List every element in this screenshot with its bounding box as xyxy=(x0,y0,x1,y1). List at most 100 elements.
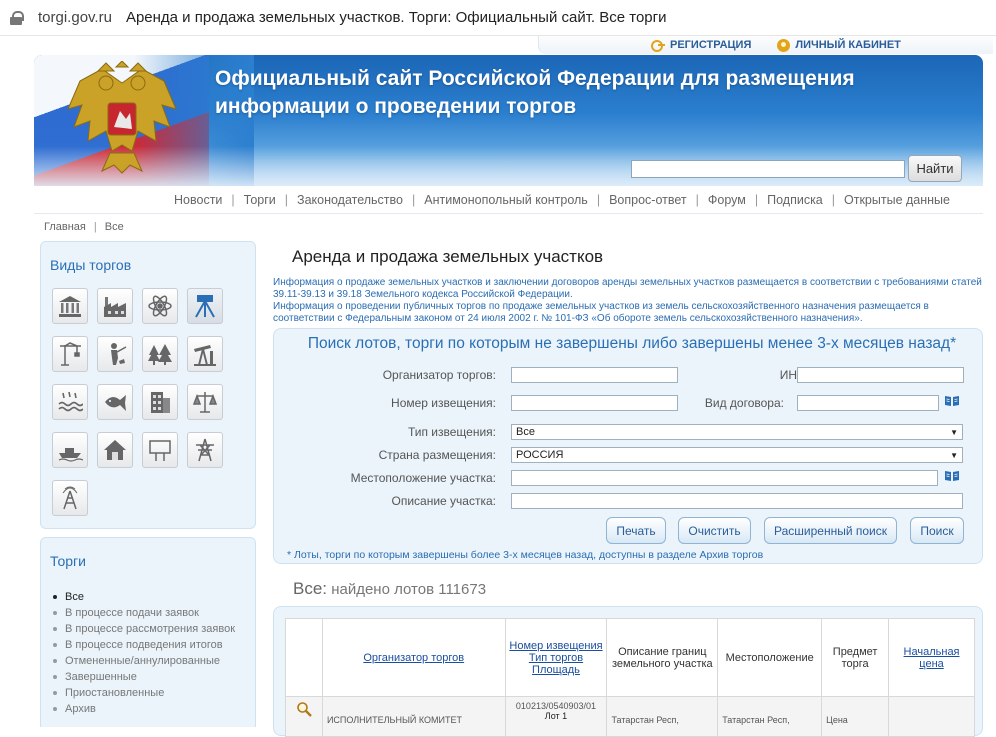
magnifier-icon[interactable] xyxy=(296,701,312,717)
nav-forum[interactable]: Форум xyxy=(699,193,755,207)
clear-button[interactable]: Очистить xyxy=(678,517,751,544)
search-form-title: Поиск лотов, торги по которым не заверше… xyxy=(307,335,957,352)
location-label: Местоположение участка: xyxy=(350,471,496,485)
row-location: Татарстан Респ, xyxy=(717,696,823,737)
bank-icon[interactable] xyxy=(52,288,88,324)
book-icon[interactable] xyxy=(944,470,960,482)
organizer-input[interactable] xyxy=(511,367,678,383)
contract-type-label: Вид договора: xyxy=(704,396,784,410)
status-archive[interactable]: Архив xyxy=(53,701,255,717)
results-table: Организатор торгов Номер извещения Тип т… xyxy=(285,618,975,737)
status-accepting[interactable]: В процессе подачи заявок xyxy=(53,605,255,621)
country-select[interactable]: РОССИЯ xyxy=(511,447,963,463)
organizer-label: Организатор торгов: xyxy=(382,368,496,382)
status-completed[interactable]: Завершенные xyxy=(53,669,255,685)
auction-status-title: Торги xyxy=(50,553,86,569)
house-icon[interactable] xyxy=(97,432,133,468)
billboard-icon[interactable] xyxy=(142,432,178,468)
status-cancelled[interactable]: Отмененные/аннулированные xyxy=(53,653,255,669)
legal-info: Информация о продаже земельных участков … xyxy=(273,277,983,325)
status-list: Все В процессе подачи заявок В процессе … xyxy=(53,589,255,717)
row-description: Татарстан Респ, xyxy=(606,696,719,737)
main-nav: Новости | Торги | Законодательство | Антимо… xyxy=(34,186,983,214)
nav-subscription[interactable]: Подписка xyxy=(758,193,832,207)
coat-of-arms-icon[interactable] xyxy=(62,61,182,177)
page-title: Аренда и продажа земельных участков xyxy=(292,247,604,266)
notice-type-label: Тип извещения: xyxy=(407,425,496,439)
header-icon-col xyxy=(285,618,323,697)
contract-type-input[interactable] xyxy=(797,395,939,411)
forest-icon[interactable] xyxy=(142,336,178,372)
results-count: Все: найдено лотов 111673 xyxy=(293,579,486,599)
browser-host[interactable]: torgi.gov.ru xyxy=(38,9,112,26)
sort-price-link[interactable]: Начальная цена xyxy=(904,646,960,670)
top-links: РЕГИСТРАЦИЯ ЛИЧНЫЙ КАБИНЕТ xyxy=(538,36,993,54)
advanced-search-button[interactable]: Расширенный поиск xyxy=(764,517,897,544)
scales-icon[interactable] xyxy=(187,384,223,420)
building-icon[interactable] xyxy=(142,384,178,420)
description-input[interactable] xyxy=(511,493,963,509)
nav-auctions[interactable]: Торги xyxy=(235,193,285,207)
country-label: Страна размещения: xyxy=(378,448,496,462)
notice-number-input[interactable] xyxy=(511,395,678,411)
breadcrumb-sep: | xyxy=(93,221,97,233)
fish-icon[interactable] xyxy=(97,384,133,420)
crane-icon[interactable] xyxy=(52,336,88,372)
status-reviewing[interactable]: В процессе рассмотрения заявок xyxy=(53,621,255,637)
nav-news[interactable]: Новости xyxy=(165,193,231,207)
row-notice[interactable]: 010213/0540903/01 xyxy=(510,701,603,711)
header-notice: Номер извещения Тип торгов Площадь xyxy=(504,618,608,697)
site-search-input[interactable] xyxy=(631,160,905,178)
status-all[interactable]: Все xyxy=(53,589,255,605)
breadcrumb-home[interactable]: Главная xyxy=(44,221,86,233)
surveyor-icon[interactable] xyxy=(187,288,223,324)
register-label: РЕГИСТРАЦИЯ xyxy=(670,39,752,51)
register-link[interactable]: РЕГИСТРАЦИЯ xyxy=(651,39,752,52)
power-tower-icon[interactable] xyxy=(187,432,223,468)
factory-icon[interactable] xyxy=(97,288,133,324)
sort-site-link[interactable]: Площадь xyxy=(532,664,580,676)
inn-label: ИНН: xyxy=(779,368,809,382)
lock-icon xyxy=(10,10,24,25)
site-search-button[interactable]: Найти xyxy=(908,155,962,182)
row-organizer: ИСПОЛНИТЕЛЬНЫЙ КОМИТЕТ xyxy=(321,696,506,737)
nav-antimonopoly[interactable]: Антимонопольный контроль xyxy=(415,193,597,207)
nav-faq[interactable]: Вопрос-ответ xyxy=(600,193,696,207)
search-button[interactable]: Поиск xyxy=(910,517,964,544)
hunter-icon[interactable] xyxy=(97,336,133,372)
results-found: найдено лотов 111673 xyxy=(331,581,487,598)
book-icon[interactable] xyxy=(944,395,960,407)
results-prefix: Все: xyxy=(293,579,328,598)
notice-type-select[interactable]: Все xyxy=(511,424,963,440)
location-input[interactable] xyxy=(511,470,938,486)
sort-type-link[interactable]: Тип торгов xyxy=(529,652,583,664)
browser-page-title: Аренда и продажа земельных участков. Тор… xyxy=(125,9,667,26)
auction-types-grid xyxy=(52,288,223,516)
atom-icon[interactable] xyxy=(142,288,178,324)
sort-notice-link[interactable]: Номер извещения xyxy=(509,640,602,652)
cabinet-link[interactable]: ЛИЧНЫЙ КАБИНЕТ xyxy=(777,38,901,52)
header-organizer: Организатор торгов xyxy=(321,618,506,697)
results-panel: Организатор торгов Номер извещения Тип т… xyxy=(273,606,983,737)
status-suspended[interactable]: Приостановленные xyxy=(53,685,255,701)
site-title: Официальный сайт Российской Федерации дл… xyxy=(215,67,855,118)
auction-types-title: Виды торгов xyxy=(50,257,132,273)
cabinet-icon xyxy=(777,38,791,52)
print-button[interactable]: Печать xyxy=(606,517,666,544)
legal-info-2: Информация о проведении публичных торгов… xyxy=(273,301,929,324)
status-summarizing[interactable]: В процессе подведения итогов xyxy=(53,637,255,653)
inn-input[interactable] xyxy=(797,367,964,383)
table-row: ИСПОЛНИТЕЛЬНЫЙ КОМИТЕТ 010213/0540903/01… xyxy=(285,696,975,737)
nav-legislation[interactable]: Законодательство xyxy=(288,193,412,207)
oil-pump-icon[interactable] xyxy=(187,336,223,372)
nav-open-data[interactable]: Открытые данные xyxy=(835,193,959,207)
antenna-icon[interactable] xyxy=(52,480,88,516)
auction-status-panel: Торги Все В процессе подачи заявок В про… xyxy=(40,537,256,727)
boat-icon[interactable] xyxy=(52,432,88,468)
sort-organizer-link[interactable]: Организатор торгов xyxy=(363,652,464,664)
browser-tab-bar: torgi.gov.ru Аренда и продажа земельных … xyxy=(0,0,996,36)
row-notice-cell: 010213/0540903/01 Лот 1 xyxy=(504,696,608,737)
description-label: Описание участка: xyxy=(391,494,497,508)
water-icon[interactable] xyxy=(52,384,88,420)
header-subject: Предмет торга xyxy=(821,618,890,697)
